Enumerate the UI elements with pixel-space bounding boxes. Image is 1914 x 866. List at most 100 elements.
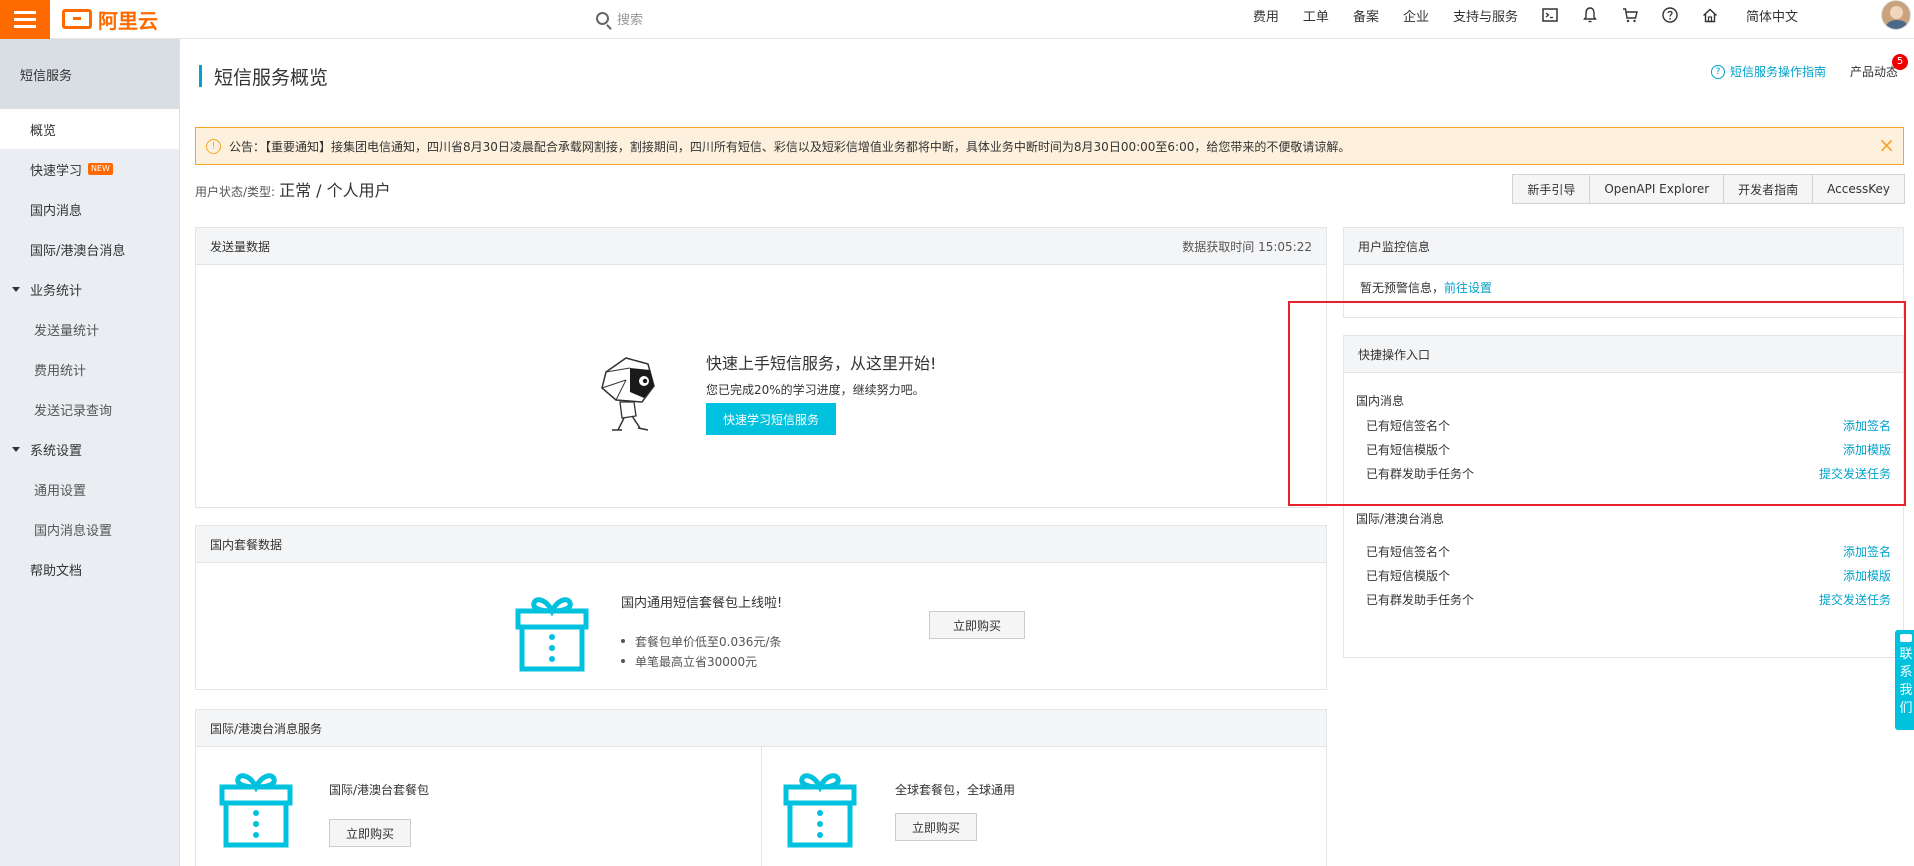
cart-icon[interactable] (1610, 7, 1650, 23)
international-service-panel: 国际/港澳台消息服务 国际/港澳台套餐包 立即购买 全球套餐包，全球通用 立即购… (195, 709, 1327, 866)
panel-title: 国内套餐数据 (210, 537, 283, 552)
guide-link[interactable]: ? 短信服务操作指南 (1710, 63, 1826, 80)
buy-global-package-button[interactable]: 立即购买 (895, 813, 977, 841)
contact-char: 们 (1899, 701, 1913, 716)
logo-mark (62, 9, 92, 29)
contact-char: 联 (1899, 647, 1913, 662)
notice-text: 公告：【重要通知】接集团电信通知，四川省8月30日凌晨配合承载网割接，割接期间，… (229, 139, 1351, 154)
sidebar-item-quick-learn[interactable]: 快速学习 NEW (0, 149, 179, 189)
sidebar-item-help-docs[interactable]: 帮助文档 (0, 549, 179, 589)
contact-us-tab[interactable]: 联 系 我 们 (1895, 630, 1914, 730)
search-icon (596, 11, 609, 25)
sidebar-item-label: 帮助文档 (30, 563, 83, 579)
buy-package-button[interactable]: 立即购买 (929, 611, 1025, 639)
add-signature-link[interactable]: 添加签名 (1843, 543, 1891, 560)
panel-body: 快速上手短信服务，从这里开始! 您已完成20%的学习进度，继续努力吧。 快速学习… (196, 265, 1326, 508)
buy-intl-package-button[interactable]: 立即购买 (329, 819, 411, 847)
sidebar-group-settings[interactable]: 系统设置 (0, 429, 179, 469)
panel-title: 国际/港澳台消息服务 (210, 721, 323, 736)
nav-enterprise[interactable]: 企业 (1391, 6, 1441, 25)
highlight-annotation-box (1288, 301, 1906, 506)
sidebar-item-label: 发送记录查询 (34, 403, 113, 419)
panel-title: 用户监控信息 (1358, 239, 1431, 254)
panel-divider (761, 747, 762, 866)
product-news-link[interactable]: 产品动态 5 (1849, 54, 1908, 80)
page-title: 短信服务概览 (199, 63, 328, 89)
add-template-link[interactable]: 添加模版 (1843, 567, 1891, 584)
panel-title: 发送量数据 (210, 239, 271, 254)
go-settings-link[interactable]: 前往设置 (1444, 281, 1492, 295)
bell-icon[interactable] (1570, 7, 1610, 23)
contact-char: 系 (1899, 665, 1913, 680)
sidebar-group-statistics[interactable]: 业务统计 (0, 269, 179, 309)
list-item: 已有短信签名个 添加签名 (1356, 539, 1891, 563)
sidebar-item-general-settings[interactable]: 通用设置 (0, 469, 179, 509)
caret-down-icon (12, 446, 20, 452)
sidebar-item-label: 系统设置 (30, 443, 83, 459)
sidebar-item-label: 发送量统计 (34, 323, 100, 339)
sidebar: 短信服务 概览 快速学习 NEW 国内消息 国际/港澳台消息 业务统计 发送量统计… (0, 39, 180, 866)
sidebar-header[interactable]: 短信服务 (0, 39, 179, 109)
panel-header: 国内套餐数据 (196, 526, 1326, 563)
sidebar-item-domestic[interactable]: 国内消息 (0, 189, 179, 229)
send-volume-panel: 发送量数据 数据获取时间 15:05:22 快速上手短信服务，从这里开始! 您已… (195, 227, 1327, 508)
developer-guide-button[interactable]: 开发者指南 (1723, 174, 1814, 204)
language-switch[interactable]: 简体中文 (1730, 6, 1810, 25)
list-item: 已有短信模版个 添加模版 (1356, 563, 1891, 587)
robot-illustration (601, 357, 655, 431)
submit-task-link[interactable]: 提交发送任务 (1819, 591, 1891, 608)
quick-learn-button[interactable]: 快速学习短信服务 (706, 403, 836, 435)
top-nav: 费用 工单 备案 企业 支持与服务 简体中文 (1241, 0, 1810, 30)
list-item: 套餐包单价低至0.036元/条 (621, 631, 781, 651)
accesskey-button[interactable]: AccessKey (1812, 174, 1905, 204)
domestic-package-panel: 国内套餐数据 国内通用短信套餐包上线啦! 套餐包单价低至0.036元/条 单笔最… (195, 525, 1327, 690)
package-bullets: 套餐包单价低至0.036元/条 单笔最高立省30000元 (621, 631, 781, 671)
sidebar-item-label: 概览 (30, 123, 57, 139)
sidebar-item-label: 通用设置 (34, 483, 87, 499)
help-icon[interactable] (1650, 7, 1690, 23)
home-icon[interactable] (1690, 8, 1730, 23)
warning-icon: ! (206, 138, 221, 154)
search-placeholder[interactable]: 搜索 (617, 9, 643, 28)
sidebar-item-send-stats[interactable]: 发送量统计 (0, 309, 179, 349)
nav-support[interactable]: 支持与服务 (1441, 6, 1530, 25)
sidebar-item-fee-stats[interactable]: 费用统计 (0, 349, 179, 389)
notice-banner: ! 公告：【重要通知】接集团电信通知，四川省8月30日凌晨配合承载网割接，割接期… (195, 127, 1904, 165)
beginner-guide-button[interactable]: 新手引导 (1512, 174, 1591, 204)
openapi-explorer-button[interactable]: OpenAPI Explorer (1589, 174, 1725, 204)
terminal-icon[interactable] (1530, 8, 1570, 22)
user-status-value: 正常 / 个人用户 (279, 181, 391, 200)
panel-header: 发送量数据 数据获取时间 15:05:22 (196, 228, 1326, 265)
avatar[interactable] (1881, 0, 1911, 30)
sidebar-item-label: 国际/港澳台消息 (30, 243, 126, 259)
notification-count-badge: 5 (1892, 54, 1908, 70)
data-fetch-time: 数据获取时间 15:05:22 (1182, 239, 1312, 254)
top-bar: 阿里云 搜索 费用 工单 备案 企业 支持与服务 简体中文 (0, 0, 1914, 39)
sidebar-item-overview[interactable]: 概览 (0, 109, 179, 149)
section-title: 国际/港澳台消息 (1356, 511, 1445, 526)
nav-filing[interactable]: 备案 (1341, 6, 1391, 25)
panel-body: 国际/港澳台套餐包 立即购买 全球套餐包，全球通用 立即购买 (196, 747, 1326, 866)
nav-tickets[interactable]: 工单 (1291, 6, 1341, 25)
row-label: 已有短信签名个 (1366, 544, 1451, 559)
sidebar-item-send-records[interactable]: 发送记录查询 (0, 389, 179, 429)
sidebar-item-international[interactable]: 国际/港澳台消息 (0, 229, 179, 269)
sidebar-item-domestic-settings[interactable]: 国内消息设置 (0, 509, 179, 549)
nav-fees[interactable]: 费用 (1241, 6, 1291, 25)
user-status-label: 用户状态/类型: (195, 185, 276, 199)
menu-icon[interactable] (0, 0, 50, 39)
page-header: 短信服务概览 ? 短信服务操作指南 产品动态 5 (181, 39, 1914, 113)
product-news-label: 产品动态 (1849, 65, 1898, 79)
no-alert-text: 暂无预警信息， (1360, 281, 1445, 295)
global-package-label: 全球套餐包，全球通用 (895, 783, 1016, 797)
aliyun-logo[interactable]: 阿里云 (62, 5, 158, 33)
row-label: 已有短信模版个 (1366, 568, 1451, 583)
search-box[interactable]: 搜索 (596, 5, 643, 31)
user-status: 用户状态/类型: 正常 / 个人用户 (195, 177, 391, 201)
brand-name: 阿里云 (98, 8, 158, 33)
chat-icon (1900, 634, 1912, 642)
close-icon[interactable]: × (1878, 135, 1895, 155)
list-item: 已有群发助手任务个 提交发送任务 (1356, 587, 1891, 611)
gift-icon (783, 773, 857, 848)
sidebar-nav: 概览 快速学习 NEW 国内消息 国际/港澳台消息 业务统计 发送量统计 费用统计… (0, 109, 179, 589)
